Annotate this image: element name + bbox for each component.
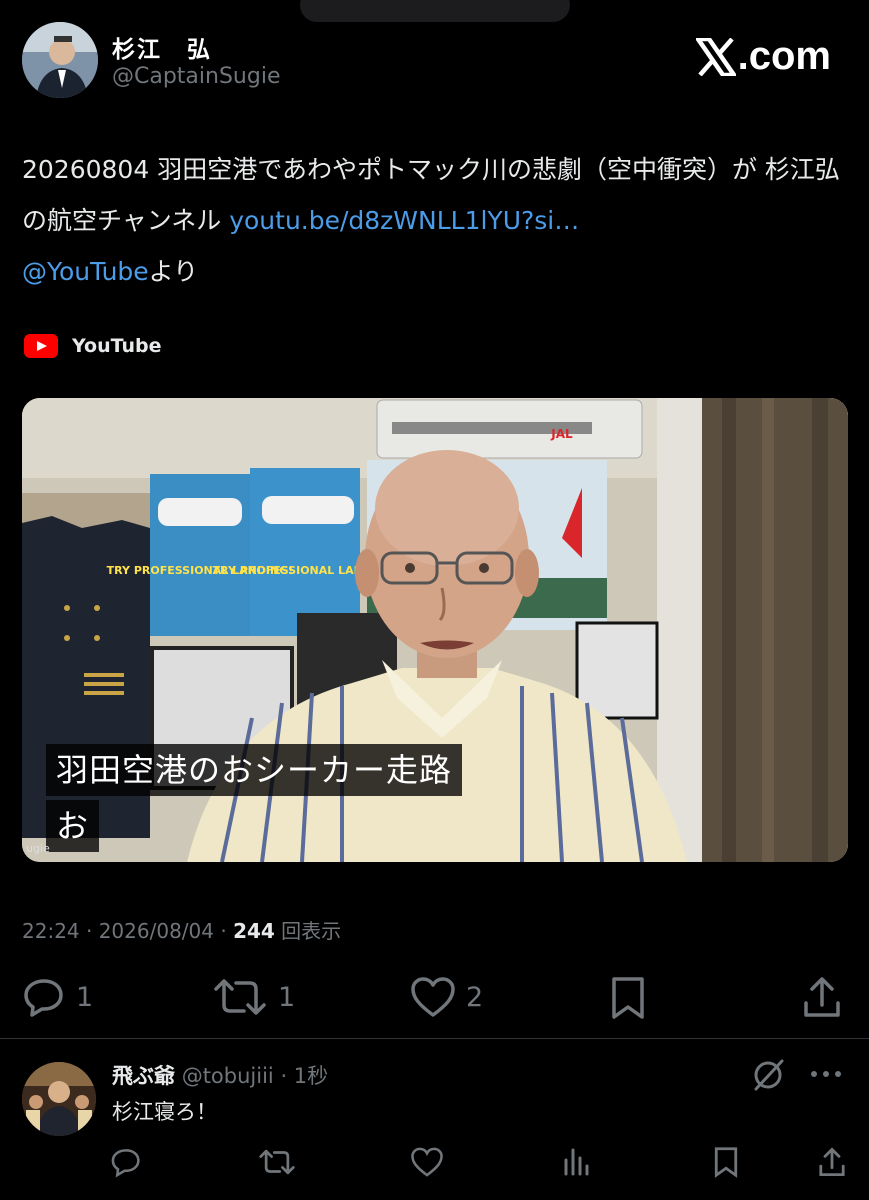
card-source-label: YouTube [72, 335, 162, 357]
grok-icon[interactable] [750, 1057, 786, 1093]
tweet-text: 20260804 羽田空港であわやポトマック川の悲劇（空中衝突）が 杉江弘の航空… [22, 144, 852, 297]
thumbnail-corner-text: ugie [26, 842, 50, 855]
like-count: 2 [466, 981, 484, 1013]
reply-like-icon[interactable] [410, 1146, 444, 1178]
poster-jal: JAL [550, 427, 573, 441]
reply-author-handle[interactable]: @tobujiii [182, 1064, 274, 1088]
youtube-mention[interactable]: @YouTube [22, 257, 149, 286]
reply-reply-icon[interactable] [110, 1146, 142, 1178]
reply-text: 杉江寝ろ！ [112, 1100, 217, 1124]
like-icon [411, 977, 455, 1017]
x-logo-icon [695, 37, 736, 76]
reply-time: · 1秒 [280, 1064, 329, 1088]
tweet-timestamp[interactable]: 22:24 · 2026/08/04 · [22, 919, 233, 943]
bookmark-icon [612, 977, 644, 1019]
reply-button[interactable]: 1 [22, 975, 93, 1019]
divider [0, 1038, 869, 1039]
more-icon[interactable] [808, 1064, 844, 1084]
view-count-label: 回表示 [274, 919, 342, 943]
author-name[interactable]: 杉江 弘 [112, 30, 212, 64]
video-thumbnail[interactable]: TRY PROFESSIONAL LANDING! TRY PROFESSION… [22, 398, 848, 862]
card-source[interactable]: YouTube [24, 334, 161, 358]
status-notch [300, 0, 570, 22]
tweet-text-suffix: より [148, 257, 199, 286]
bookmark-button[interactable] [608, 975, 648, 1021]
share-icon [804, 977, 840, 1017]
reply-header: 飛ぶ爺 @tobujiii · 1秒 [112, 1060, 328, 1090]
x-com-logo: .com [695, 34, 831, 79]
reply-avatar[interactable] [22, 1062, 96, 1136]
youtube-link[interactable]: youtu.be/d8zWNLL1lYU?si… [229, 206, 579, 235]
author-handle[interactable]: @CaptainSugie [112, 64, 281, 89]
like-button[interactable]: 2 [410, 975, 483, 1019]
x-com-text: .com [737, 34, 831, 78]
video-caption-line-2: お [46, 800, 100, 852]
repost-count: 1 [278, 981, 296, 1013]
tweet-meta: 22:24 · 2026/08/04 · 244 回表示 [22, 915, 341, 944]
reply-icon [24, 979, 63, 1017]
reply-count: 1 [76, 981, 94, 1013]
video-caption-line-1: 羽田空港のおシーカー走路 [46, 744, 463, 796]
view-count: 244 [233, 919, 275, 943]
repost-icon [214, 979, 266, 1015]
author-avatar[interactable] [22, 22, 98, 98]
views-icon[interactable] [562, 1146, 592, 1178]
reply-author-name[interactable]: 飛ぶ爺 [112, 1064, 175, 1088]
share-button[interactable] [802, 975, 842, 1019]
reply-repost-icon[interactable] [258, 1146, 296, 1178]
repost-button[interactable]: 1 [212, 975, 295, 1019]
youtube-logo-icon [24, 334, 58, 358]
reply-bookmark-icon[interactable] [712, 1146, 740, 1178]
reply-share-icon[interactable] [818, 1146, 846, 1178]
